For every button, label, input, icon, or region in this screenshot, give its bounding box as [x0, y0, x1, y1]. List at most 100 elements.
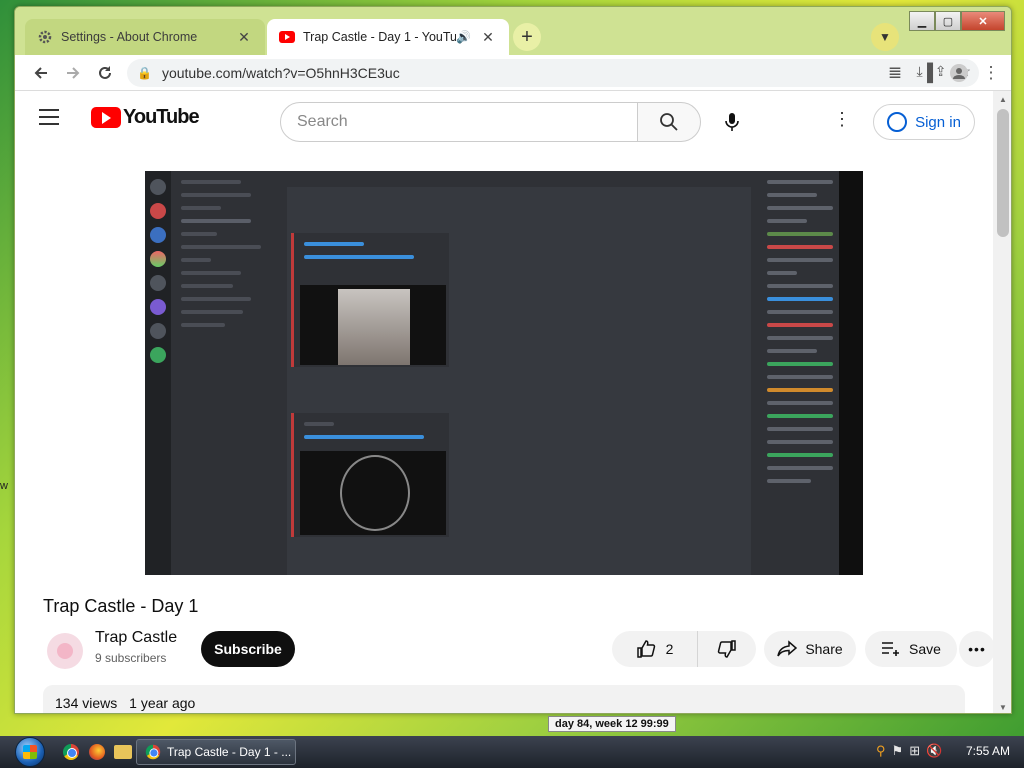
back-button[interactable]	[25, 57, 57, 89]
search-tray-icon[interactable]: ⚲	[876, 743, 886, 759]
toolbar-right: ≣ ▐ ⋮	[879, 57, 1007, 89]
tab-title: Trap Castle - Day 1 - YouTube	[303, 30, 457, 44]
chrome-menu-icon[interactable]: ⋮	[975, 57, 1007, 89]
tab-settings[interactable]: Settings - About Chrome ✕	[25, 19, 265, 55]
youtube-play-icon	[91, 107, 121, 128]
chrome-icon	[145, 744, 161, 760]
chrome-window: Settings - About Chrome ✕ Trap Castle - …	[14, 6, 1012, 714]
firefox-pinned-icon[interactable]	[86, 740, 108, 764]
video-frame-chat	[287, 171, 751, 575]
account-icon	[887, 112, 908, 132]
volume-muted-icon[interactable]: 🔇	[926, 743, 942, 759]
minimize-button[interactable]: ▁	[909, 11, 935, 31]
video-frame-channel-list	[171, 171, 287, 575]
close-button[interactable]: ✕	[961, 11, 1005, 31]
tab-youtube[interactable]: Trap Castle - Day 1 - YouTube 🔊 ✕	[267, 19, 509, 55]
subscribe-button[interactable]: Subscribe	[201, 631, 295, 667]
game-day-counter: day 84, week 12 99:99	[548, 716, 676, 732]
like-count: 2	[665, 641, 674, 657]
lock-icon[interactable]: 🔒	[137, 66, 152, 80]
like-dislike-group: 2	[612, 631, 756, 667]
speaker-icon[interactable]: 🔊	[456, 30, 471, 44]
upload-date: 1 year ago	[129, 695, 196, 711]
taskbar: Trap Castle - Day 1 - ... ⚲ ⚑ ⊞ 🔇 7:55 A…	[0, 736, 1024, 768]
more-actions-icon[interactable]: •••	[959, 631, 993, 667]
video-frame-embed	[291, 413, 449, 537]
save-button[interactable]: Save	[865, 631, 957, 667]
youtube-header: YouTube Search ⋮ Sign in	[15, 91, 993, 147]
taskbar-chrome-task[interactable]: Trap Castle - Day 1 - ...	[136, 739, 296, 765]
logo-text: YouTube	[123, 106, 200, 128]
channel-avatar[interactable]	[47, 633, 83, 669]
share-button[interactable]: Share	[764, 631, 856, 667]
scroll-down-icon[interactable]: ▼	[993, 699, 1011, 713]
share-label: Share	[805, 641, 843, 657]
profile-avatar-icon[interactable]	[943, 57, 975, 89]
scroll-thumb[interactable]	[997, 109, 1009, 237]
youtube-page: YouTube Search ⋮ Sign in Trap Castle - D…	[15, 91, 993, 713]
back-arrow-icon	[34, 66, 47, 79]
video-title: Trap Castle - Day 1	[43, 596, 199, 616]
microphone-icon	[725, 113, 739, 131]
search-button[interactable]	[637, 102, 701, 142]
browser-toolbar: 🔒 youtube.com/watch?v=O5hnH3CE3uc ⤓ ⇪ ☆ …	[15, 55, 1011, 91]
add-to-playlist-icon	[882, 642, 900, 656]
network-icon[interactable]: ⊞	[909, 743, 920, 759]
desktop-edge-mark: w	[0, 480, 8, 492]
menu-icon[interactable]	[39, 109, 59, 125]
url-text: youtube.com/watch?v=O5hnH3CE3uc	[161, 65, 400, 81]
voice-search-button[interactable]	[715, 105, 749, 139]
media-control-icon[interactable]: ≣	[879, 57, 911, 89]
new-tab-button[interactable]: +	[513, 23, 541, 51]
gear-icon	[37, 29, 53, 45]
window-controls: ▁ ▢ ✕	[909, 11, 1005, 33]
windows-logo-icon	[15, 737, 45, 767]
side-panel-icon[interactable]: ▐	[911, 57, 943, 89]
forward-button[interactable]	[57, 57, 89, 89]
like-button[interactable]: 2	[612, 631, 698, 667]
flag-icon[interactable]: ⚑	[892, 743, 904, 759]
channel-name[interactable]: Trap Castle	[95, 629, 177, 647]
chevron-down-icon: ▼	[879, 30, 891, 44]
page-scrollbar[interactable]: ▲ ▼	[993, 91, 1011, 713]
video-frame-embed	[291, 233, 449, 367]
address-bar[interactable]: 🔒 youtube.com/watch?v=O5hnH3CE3uc ⤓ ⇪ ☆	[127, 59, 979, 87]
settings-more-icon[interactable]: ⋮	[833, 109, 851, 130]
sign-in-button[interactable]: Sign in	[873, 104, 975, 140]
start-button[interactable]	[8, 736, 52, 768]
share-icon	[777, 640, 798, 657]
pinned-apps	[60, 740, 134, 764]
video-frame-server-list	[145, 171, 171, 575]
video-frame-side-strip	[839, 171, 863, 575]
maximize-button[interactable]: ▢	[935, 11, 961, 31]
close-tab-icon[interactable]: ✕	[235, 28, 253, 46]
video-player[interactable]	[145, 171, 863, 575]
youtube-logo[interactable]: YouTube	[91, 106, 200, 129]
tab-title: Settings - About Chrome	[61, 30, 198, 44]
video-frame-member-list	[751, 171, 839, 575]
sign-in-label: Sign in	[915, 113, 961, 131]
search-input[interactable]: Search	[280, 102, 638, 142]
tab-search-button[interactable]: ▼	[871, 23, 899, 51]
search-icon	[660, 113, 678, 131]
forward-arrow-icon	[67, 66, 80, 79]
reload-button[interactable]	[89, 57, 121, 89]
folder-pinned-icon[interactable]	[112, 740, 134, 764]
youtube-icon	[279, 29, 295, 45]
clock[interactable]: 7:55 AM	[966, 744, 1010, 758]
thumbs-down-icon	[717, 640, 736, 658]
description-box[interactable]: 134 views 1 year ago	[43, 685, 965, 713]
system-tray: ⚲ ⚑ ⊞ 🔇	[876, 743, 942, 759]
channel-row: Trap Castle 9 subscribers Subscribe 2 Sh…	[43, 629, 993, 675]
scroll-up-icon[interactable]: ▲	[993, 91, 1011, 107]
save-label: Save	[909, 641, 941, 657]
tab-strip: Settings - About Chrome ✕ Trap Castle - …	[15, 7, 1011, 55]
view-count: 134 views	[55, 695, 118, 711]
reload-icon	[99, 65, 111, 79]
subscriber-count: 9 subscribers	[95, 651, 167, 665]
dislike-button[interactable]	[698, 631, 756, 667]
chrome-pinned-icon[interactable]	[60, 740, 82, 764]
close-tab-icon[interactable]: ✕	[479, 28, 497, 46]
thumbs-up-icon	[636, 640, 655, 658]
task-label: Trap Castle - Day 1 - ...	[167, 745, 292, 759]
